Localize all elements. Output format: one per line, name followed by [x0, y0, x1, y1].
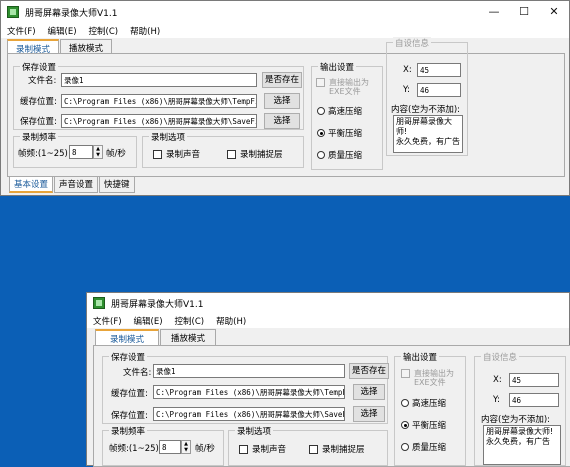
preview-record-options-title: 录制选项	[235, 425, 274, 437]
menu-file[interactable]: 文件(F)	[1, 23, 42, 38]
settings-tabs: 基本设置 声音设置 快捷键	[9, 177, 136, 193]
direct-exe-checkbox[interactable]: 直接输出为EXE文件	[316, 78, 381, 96]
record-sound-checkbox[interactable]: 录制声音	[153, 148, 200, 160]
menu-control[interactable]: 控制(C)	[83, 23, 125, 38]
preview-window: 朋哥屏幕录像大师V1.1 文件(F) 编辑(E) 控制(C) 帮助(H) 录制模…	[86, 292, 570, 467]
preview-save-settings-title: 保存设置	[109, 351, 148, 363]
preview-menu-bar: 文件(F) 编辑(E) 控制(C) 帮助(H)	[87, 313, 569, 328]
preview-custom-info-title: 自设信息	[481, 351, 520, 363]
preview-window-title: 朋哥屏幕录像大师V1.1	[111, 299, 204, 310]
save-location-label: 保存位置:	[20, 117, 57, 127]
preview-menu-help[interactable]: 帮助(H)	[210, 313, 252, 328]
output-settings-title: 输出设置	[318, 61, 357, 73]
frame-rate-spinner[interactable]: ▲ ▼	[93, 145, 103, 159]
preview-record-sound-checkbox[interactable]: 录制声音	[239, 443, 286, 455]
content-textarea[interactable]: 朋哥屏幕录像大师! 永久免费，有广告	[393, 115, 463, 153]
x-input[interactable]: 45	[417, 63, 461, 77]
preview-menu-edit[interactable]: 编辑(E)	[128, 313, 169, 328]
close-button[interactable]: ✕	[539, 1, 569, 23]
title-bar[interactable]: 朋哥屏幕录像大师V1.1 — ☐ ✕	[1, 1, 569, 23]
maximize-button[interactable]: ☐	[509, 1, 539, 23]
filename-label: 文件名:	[28, 76, 57, 86]
preview-save-choose-button[interactable]: 选择	[353, 406, 385, 422]
record-panel: 保存设置 文件名: 录像1 是否存在 缓存位置: C:\Program File…	[7, 37, 565, 177]
content-label: 内容(空为不添加):	[391, 105, 460, 115]
preview-save-settings-group: 保存设置 文件名: 录像1 是否存在 缓存位置: C:\Program File…	[102, 351, 389, 424]
preview-exists-button[interactable]: 是否存在	[349, 363, 389, 379]
preview-frame-rate-spinner[interactable]: ▲ ▼	[181, 440, 191, 454]
menu-bar: 文件(F) 编辑(E) 控制(C) 帮助(H)	[1, 23, 569, 38]
preview-balanced-radio[interactable]: 平衡压缩	[401, 419, 446, 431]
minimize-button[interactable]: —	[479, 1, 509, 23]
y-label: Y:	[403, 85, 410, 95]
preview-custom-info-group: 自设信息 X: 45 Y: 46 内容(空为不添加): 朋哥屏幕录像大师! 永久…	[474, 351, 566, 466]
preview-quality-radio[interactable]: 质量压缩	[401, 441, 446, 453]
preview-title-bar[interactable]: 朋哥屏幕录像大师V1.1	[87, 293, 569, 313]
cache-choose-button[interactable]: 选择	[264, 93, 300, 109]
preview-save-location-input[interactable]: C:\Program Files (x86)\朋哥屏幕录像大师\SaveFile	[153, 407, 345, 421]
preview-frame-rate-unit: 帧/秒	[195, 444, 215, 454]
preview-frame-rate-label: 帧频:(1~25)	[109, 444, 159, 454]
preview-record-layer-checkbox[interactable]: 录制捕捉层	[309, 443, 365, 455]
preview-record-options-group: 录制选项 录制声音 录制捕捉层	[228, 425, 388, 466]
menu-edit[interactable]: 编辑(E)	[42, 23, 83, 38]
exists-button[interactable]: 是否存在	[262, 72, 302, 88]
preview-record-panel: 保存设置 文件名: 录像1 是否存在 缓存位置: C:\Program File…	[93, 345, 570, 467]
preview-direct-exe-checkbox[interactable]: 直接输出为EXE文件	[401, 369, 464, 387]
record-layer-checkbox[interactable]: 录制捕捉层	[227, 148, 283, 160]
frame-rate-title: 录制频率	[20, 131, 59, 143]
filename-input[interactable]: 录像1	[61, 73, 257, 87]
custom-info-group: 自设信息 X: 45 Y: 46 内容(空为不添加): 朋哥屏幕录像大师! 永久…	[386, 37, 468, 156]
tab-basic-settings[interactable]: 基本设置	[9, 177, 54, 193]
cache-location-label: 缓存位置:	[20, 97, 57, 107]
preview-frame-rate-group: 录制频率 帧频:(1~25) 8 ▲ ▼ 帧/秒	[102, 425, 224, 466]
main-window: 朋哥屏幕录像大师V1.1 — ☐ ✕ 文件(F) 编辑(E) 控制(C) 帮助(…	[0, 0, 570, 196]
preview-output-settings-title: 输出设置	[401, 351, 440, 363]
save-settings-title: 保存设置	[20, 61, 59, 73]
preview-content-textarea[interactable]: 朋哥屏幕录像大师! 永久免费，有广告	[483, 425, 561, 465]
save-location-input[interactable]: C:\Program Files (x86)\朋哥屏幕录像大师\SaveFile	[61, 114, 257, 128]
preview-x-label: X:	[493, 375, 502, 385]
frame-rate-unit: 帧/秒	[106, 149, 126, 159]
preview-frame-rate-title: 录制频率	[109, 425, 148, 437]
preview-menu-file[interactable]: 文件(F)	[87, 313, 128, 328]
record-options-title: 录制选项	[149, 131, 188, 143]
save-choose-button[interactable]: 选择	[264, 113, 300, 129]
preview-save-location-label: 保存位置:	[111, 411, 148, 421]
quality-radio[interactable]: 质量压缩	[317, 149, 362, 161]
balanced-radio[interactable]: 平衡压缩	[317, 127, 362, 139]
preview-high-speed-radio[interactable]: 高速压缩	[401, 397, 446, 409]
high-speed-radio[interactable]: 高速压缩	[317, 105, 362, 117]
record-options-group: 录制选项 录制声音 录制捕捉层	[142, 131, 304, 168]
preview-content-label: 内容(空为不添加):	[481, 415, 550, 425]
cache-location-input[interactable]: C:\Program Files (x86)\朋哥屏幕录像大师\TempFile	[61, 94, 257, 108]
preview-output-settings-group: 输出设置 直接输出为EXE文件 高速压缩 平衡压缩 质量压缩	[394, 351, 466, 466]
preview-cache-location-input[interactable]: C:\Program Files (x86)\朋哥屏幕录像大师\TempFile	[153, 385, 345, 399]
x-label: X:	[403, 65, 412, 75]
preview-x-input[interactable]: 45	[509, 373, 559, 387]
window-title: 朋哥屏幕录像大师V1.1	[25, 8, 118, 19]
preview-cache-choose-button[interactable]: 选择	[353, 384, 385, 400]
preview-app-icon	[93, 297, 105, 309]
preview-filename-label: 文件名:	[123, 368, 152, 378]
preview-frame-rate-input[interactable]: 8	[159, 440, 181, 454]
frame-rate-input[interactable]: 8	[69, 145, 93, 159]
preview-filename-input[interactable]: 录像1	[153, 364, 345, 378]
tab-sound-settings[interactable]: 声音设置	[54, 177, 99, 193]
frame-rate-group: 录制频率 帧频:(1~25) 8 ▲ ▼ 帧/秒	[13, 131, 137, 168]
frame-rate-label: 帧频:(1~25)	[18, 149, 68, 159]
custom-info-title: 自设信息	[393, 37, 432, 49]
preview-menu-control[interactable]: 控制(C)	[169, 313, 211, 328]
y-input[interactable]: 46	[417, 83, 461, 97]
save-settings-group: 保存设置 文件名: 录像1 是否存在 缓存位置: C:\Program File…	[13, 61, 304, 130]
preview-cache-location-label: 缓存位置:	[111, 389, 148, 399]
preview-y-input[interactable]: 46	[509, 393, 559, 407]
tab-hotkeys[interactable]: 快捷键	[99, 177, 135, 193]
preview-y-label: Y:	[493, 395, 500, 405]
app-icon	[7, 6, 19, 18]
output-settings-group: 输出设置 直接输出为EXE文件 高速压缩 平衡压缩 质量压缩	[311, 61, 383, 170]
menu-help[interactable]: 帮助(H)	[124, 23, 166, 38]
